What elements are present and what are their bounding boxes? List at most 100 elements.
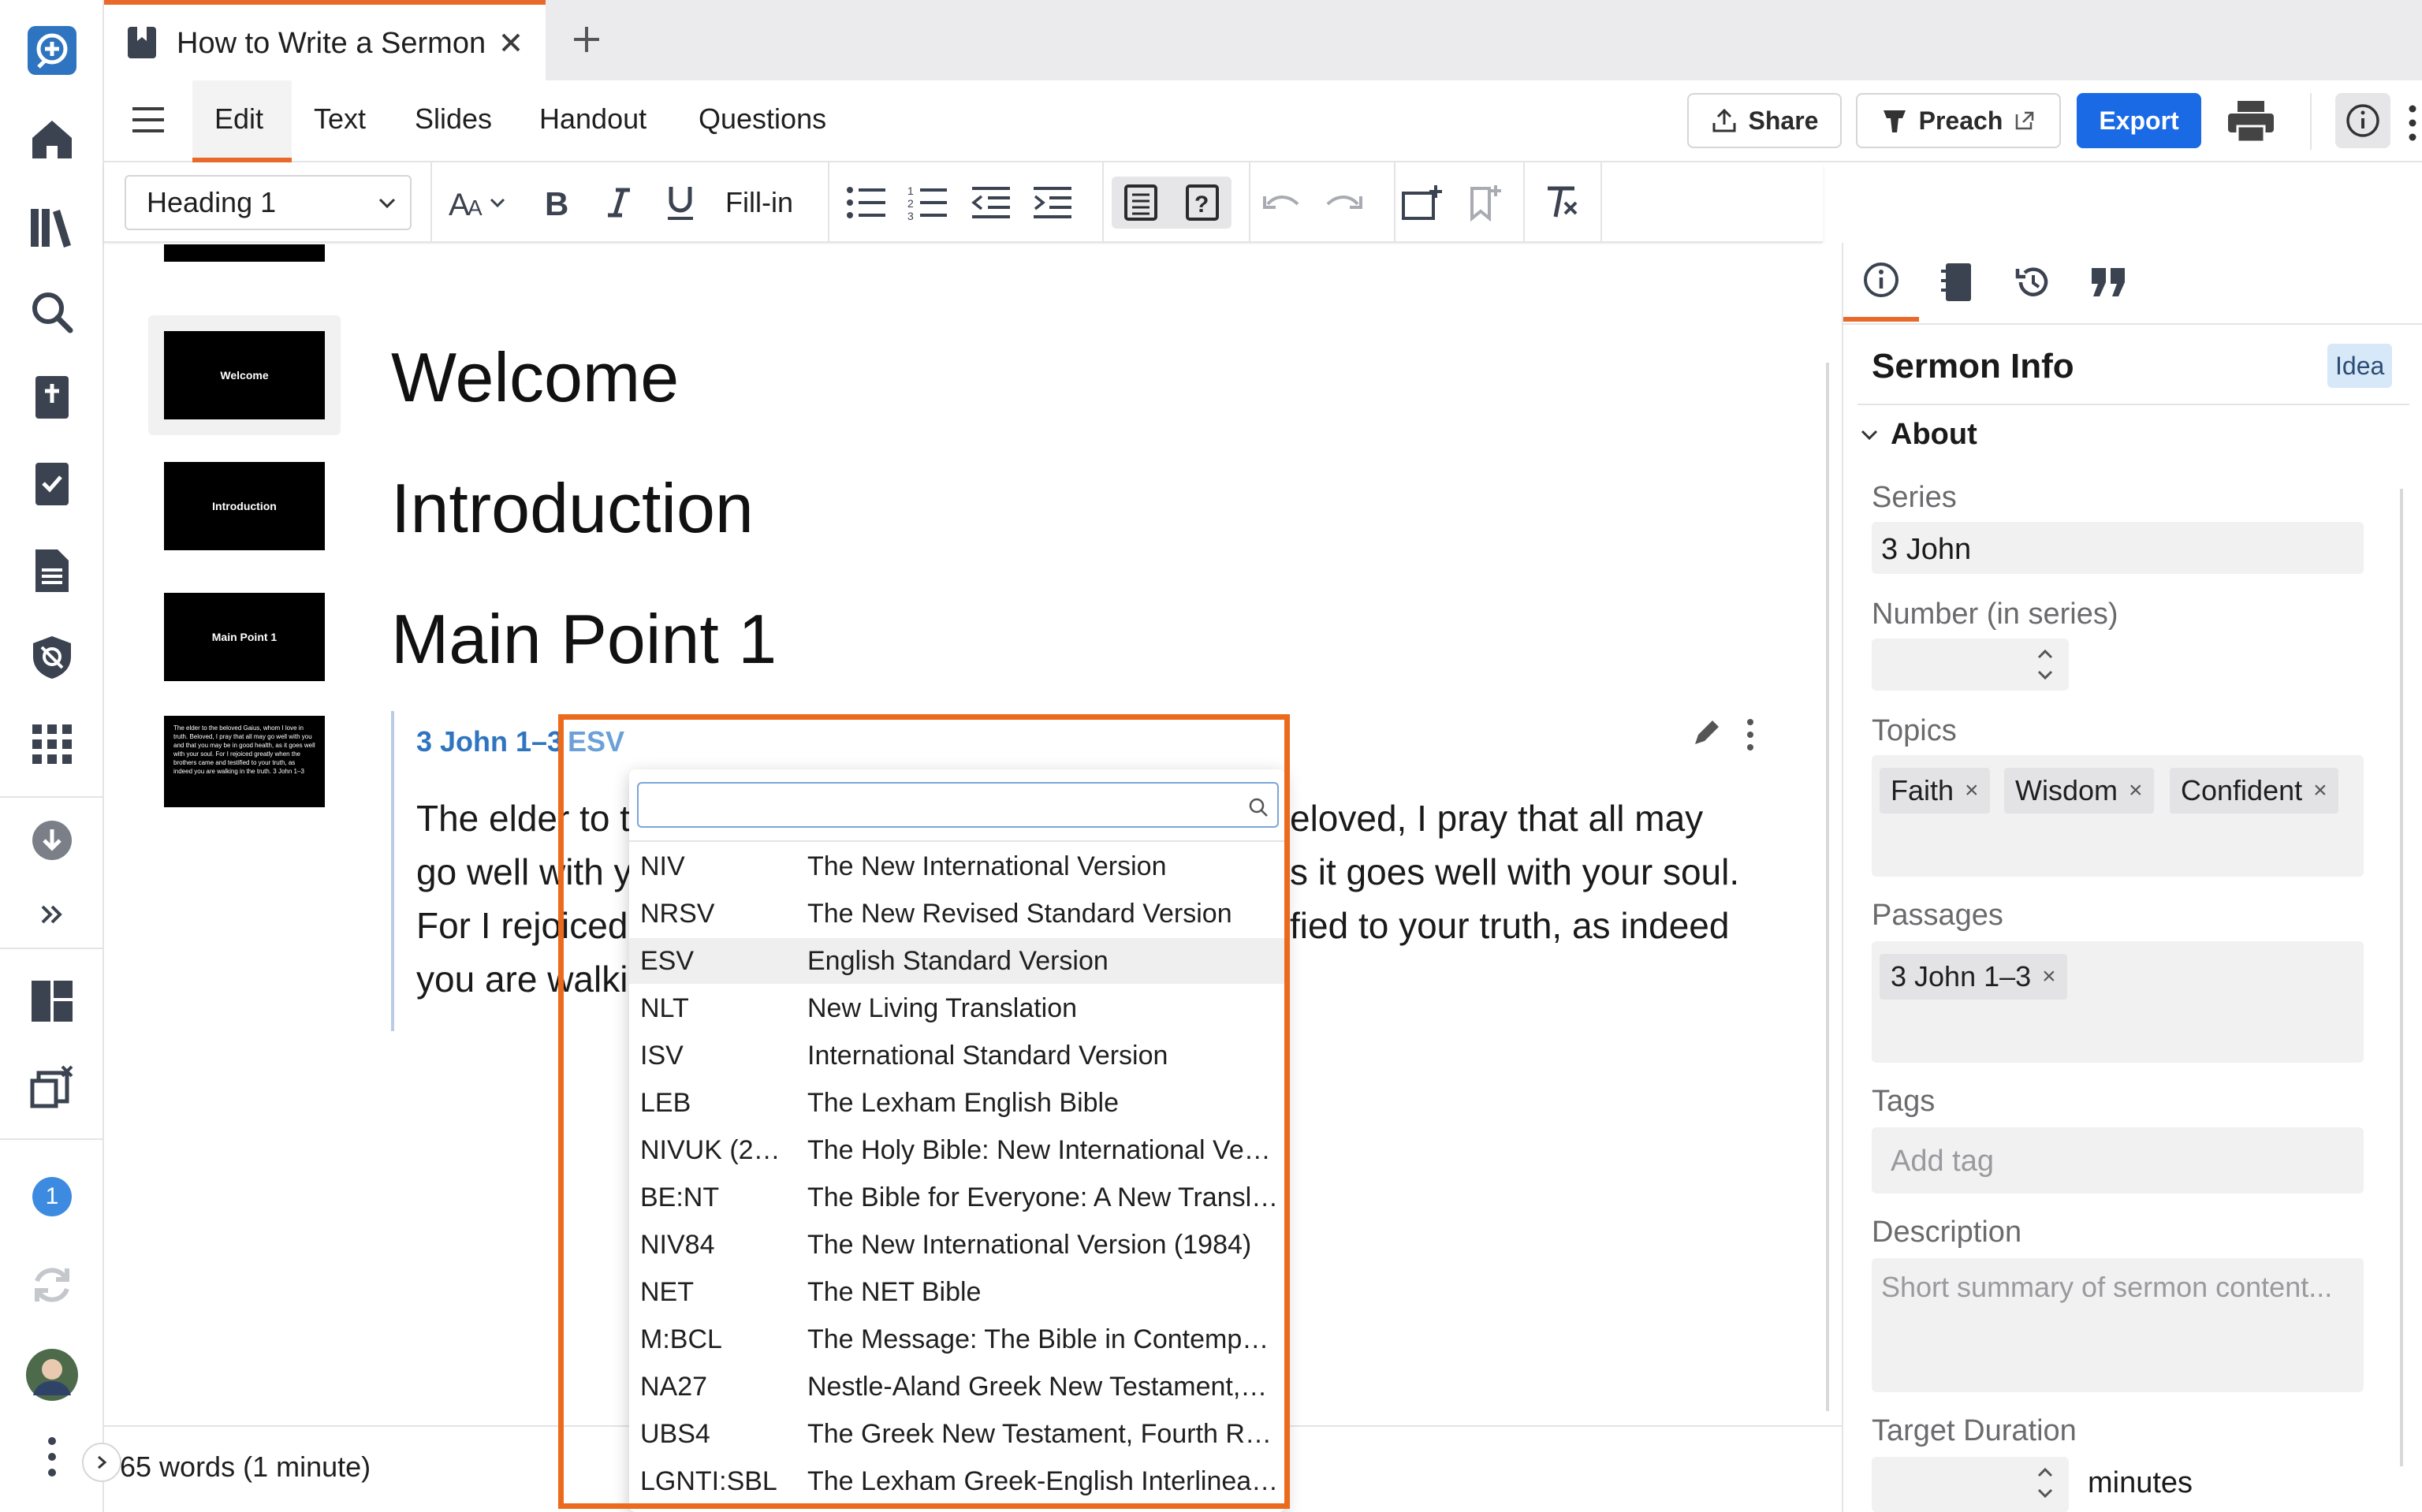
slide-thumbnail[interactable]: Main Point 1 [164, 593, 325, 681]
italic-icon[interactable] [598, 181, 640, 224]
bible-icon[interactable] [22, 367, 82, 427]
edit-passage-icon[interactable] [1690, 717, 1722, 749]
library-icon[interactable] [22, 197, 82, 257]
remove-icon[interactable]: × [2313, 777, 2327, 804]
passage-chip-label: 3 John 1–3 [1891, 960, 2032, 992]
document-tab[interactable]: How to Write a Sermon [104, 0, 546, 80]
expand-rail-icon[interactable] [22, 884, 82, 944]
passage-border [391, 711, 394, 1031]
panel-title: Sermon Info [1872, 347, 2074, 385]
stepper-arrows-icon [2037, 1467, 2053, 1499]
number-stepper[interactable] [1872, 639, 2069, 691]
add-slide-icon[interactable] [1400, 181, 1443, 224]
heading-main-point-1[interactable]: Main Point 1 [391, 599, 777, 680]
series-input[interactable]: 3 John [1872, 522, 2364, 574]
tab-questions[interactable]: Questions [699, 102, 826, 136]
share-button[interactable]: Share [1687, 93, 1842, 148]
question-view-icon[interactable]: ? [1181, 181, 1224, 224]
apps-grid-icon[interactable] [22, 714, 82, 774]
duration-stepper[interactable] [1872, 1457, 2069, 1512]
sync-icon[interactable] [22, 1255, 82, 1315]
divider [1394, 162, 1395, 241]
tab-text[interactable]: Text [314, 102, 366, 136]
expand-footer-button[interactable] [82, 1443, 121, 1482]
search-icon[interactable] [22, 282, 82, 342]
remove-icon[interactable]: × [2129, 777, 2143, 804]
print-icon[interactable] [2225, 99, 2277, 143]
info-toggle-button[interactable] [2335, 93, 2390, 148]
clear-formatting-icon[interactable] [1541, 181, 1583, 224]
sermon-doc-icon [126, 25, 158, 60]
passage-menu-icon[interactable] [1744, 717, 1757, 752]
slide-thumbnail[interactable]: Welcome [164, 331, 325, 419]
tab-handout[interactable]: Handout [539, 102, 646, 136]
quote-icon [2092, 268, 2125, 296]
bullet-list-icon[interactable] [845, 181, 888, 224]
slide-thumbnail[interactable]: Introduction [164, 462, 325, 550]
heading-introduction[interactable]: Introduction [391, 468, 754, 549]
remove-icon[interactable]: × [2042, 963, 2056, 990]
close-panels-icon[interactable] [22, 1056, 82, 1116]
heading-welcome[interactable]: Welcome [391, 337, 679, 418]
outdent-icon[interactable] [970, 181, 1012, 224]
fill-in-button[interactable]: Fill-in [725, 186, 793, 219]
number-label: Number (in series) [1872, 598, 2118, 631]
topics-label: Topics [1872, 714, 1957, 747]
divider [1102, 162, 1104, 241]
topic-chip[interactable]: Confident × [2170, 768, 2338, 814]
download-icon[interactable] [22, 810, 82, 870]
topic-chip[interactable]: Faith × [1880, 768, 1990, 814]
document-icon[interactable] [22, 541, 82, 601]
underline-icon[interactable] [659, 181, 702, 224]
svg-text:3: 3 [907, 210, 914, 222]
description-input[interactable]: Short summary of sermon content... [1872, 1258, 2364, 1392]
status-badge[interactable]: Idea [2327, 344, 2393, 388]
svg-text:A: A [468, 196, 483, 220]
panel-scrollbar[interactable] [2400, 489, 2403, 1466]
numbered-list-icon[interactable]: 123 [907, 181, 949, 224]
notebook-icon [1941, 263, 1971, 301]
more-icon[interactable] [22, 1427, 82, 1487]
add-bookmark-icon[interactable] [1463, 181, 1506, 224]
font-size-icon[interactable]: AA [445, 181, 516, 224]
close-tab-icon[interactable] [497, 28, 525, 57]
left-rail: 1 [0, 0, 104, 1512]
bold-icon[interactable]: B [535, 181, 577, 224]
divider [2310, 93, 2312, 150]
new-tab-button[interactable] [569, 22, 604, 57]
tab-slides[interactable]: Slides [415, 102, 492, 136]
tasks-icon[interactable] [22, 454, 82, 514]
layout-icon[interactable] [22, 971, 82, 1031]
panel-tab-quotes[interactable] [2070, 243, 2146, 322]
panel-tab-info[interactable] [1843, 243, 1919, 322]
info-icon [1864, 263, 1898, 297]
rail-divider [0, 796, 102, 798]
remove-icon[interactable]: × [1965, 777, 1979, 804]
tags-input[interactable]: Add tag [1872, 1127, 2364, 1194]
tab-edit[interactable]: Edit [214, 102, 263, 136]
export-button[interactable]: Export [2077, 93, 2201, 148]
panel-tab-history[interactable] [1995, 243, 2070, 322]
passage-reference[interactable]: 3 John 1–3 [416, 725, 563, 758]
undo-icon[interactable] [1260, 181, 1302, 224]
outline-view-icon[interactable] [1120, 181, 1162, 224]
overflow-menu-icon[interactable] [2405, 102, 2420, 143]
editor-scrollbar[interactable] [1826, 363, 1829, 1411]
paragraph-style-select[interactable]: Heading 1 [125, 175, 412, 230]
panel-tab-notes[interactable] [1919, 243, 1995, 322]
shield-icon[interactable] [22, 628, 82, 687]
notifications-badge[interactable]: 1 [22, 1167, 82, 1227]
passage-chip[interactable]: 3 John 1–3 × [1880, 954, 2067, 1000]
topic-chip[interactable]: Wisdom × [2004, 768, 2154, 814]
hamburger-menu-icon[interactable] [131, 104, 166, 136]
preach-button[interactable]: Preach [1856, 93, 2061, 148]
avatar[interactable] [22, 1345, 82, 1405]
passage-line-right: eloved, I pray that all may [1290, 798, 1704, 839]
description-label: Description [1872, 1216, 2022, 1249]
about-section-toggle[interactable]: About [1859, 418, 1977, 452]
home-icon[interactable] [22, 109, 82, 169]
app-logo-icon[interactable] [22, 20, 82, 80]
passage-slide-thumbnail[interactable]: The elder to the beloved Gaius, whom I l… [164, 716, 325, 807]
indent-icon[interactable] [1031, 181, 1074, 224]
redo-icon[interactable] [1323, 181, 1366, 224]
